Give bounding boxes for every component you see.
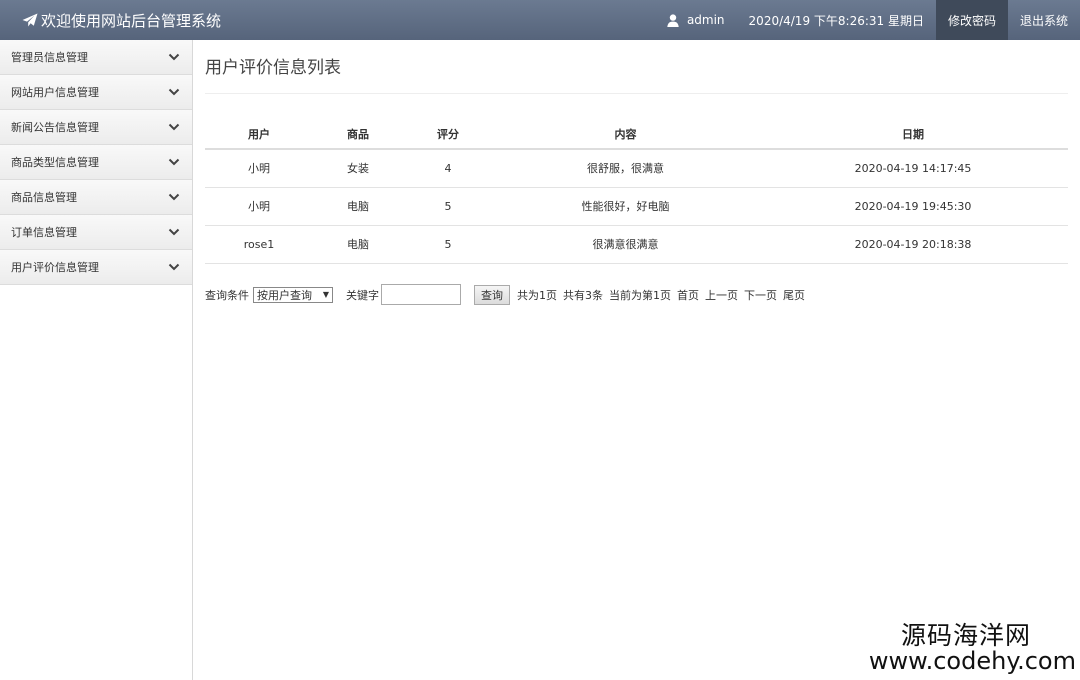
sidebar-item-user-review-management[interactable]: 用户评价信息管理	[0, 250, 192, 285]
chevron-down-icon	[168, 88, 180, 96]
query-button[interactable]: 查询	[474, 284, 510, 305]
cell-product: 电脑	[313, 225, 403, 264]
search-bar: 查询条件 按用户查询 ▼ 关键字 查询 共为1页 共有3条 当前为第1页 首页 …	[205, 284, 1068, 306]
sidebar-item-label: 用户评价信息管理	[11, 261, 99, 274]
cell-user: rose1	[205, 225, 313, 264]
last-page-link[interactable]: 尾页	[783, 287, 805, 303]
dropdown-arrow-icon: ▼	[322, 290, 329, 299]
paper-plane-icon	[22, 13, 38, 27]
current-datetime: 2020/4/19 下午8:26:31 星期日	[748, 13, 924, 28]
table-header-row: 用户 商品 评分 内容 日期	[205, 120, 1068, 150]
sidebar-item-label: 新闻公告信息管理	[11, 121, 99, 134]
column-header-product: 商品	[313, 120, 403, 150]
cell-content: 很满意很满意	[493, 225, 758, 264]
column-header-score: 评分	[403, 120, 493, 150]
change-password-button[interactable]: 修改密码	[935, 0, 1008, 40]
review-table: 用户 商品 评分 内容 日期 小明 女装 4 很舒服，很满意 2020-04-1…	[205, 120, 1068, 264]
column-header-content: 内容	[493, 120, 758, 150]
page-title: 用户评价信息列表	[205, 56, 1068, 94]
condition-label: 查询条件	[205, 288, 249, 302]
column-header-user: 用户	[205, 120, 313, 150]
keyword-input[interactable]	[381, 284, 461, 305]
cell-date: 2020-04-19 14:17:45	[758, 149, 1068, 188]
condition-select-value: 按用户查询	[257, 288, 312, 302]
chevron-down-icon	[168, 263, 180, 271]
sidebar-item-label: 网站用户信息管理	[11, 86, 99, 99]
watermark: 源码海洋网 www.codehy.com	[868, 620, 1076, 675]
watermark-site-name: 源码海洋网	[900, 620, 1031, 650]
column-header-date: 日期	[758, 120, 1068, 150]
current-page-text: 当前为第1页	[609, 288, 671, 302]
cell-date: 2020-04-19 20:18:38	[758, 225, 1068, 264]
cell-product: 电脑	[313, 187, 403, 226]
main-content: 用户评价信息列表 用户 商品 评分 内容 日期 小明 女装 4 很舒服，很满意 …	[205, 40, 1068, 306]
sidebar-item-label: 商品信息管理	[11, 191, 77, 204]
sidebar-item-label: 管理员信息管理	[11, 51, 88, 64]
sidebar-item-admin-management[interactable]: 管理员信息管理	[0, 40, 192, 75]
cell-score: 4	[403, 149, 493, 188]
total-records-text: 共有3条	[563, 288, 603, 302]
logout-button[interactable]: 退出系统	[1008, 0, 1080, 40]
cell-score: 5	[403, 225, 493, 264]
sidebar-item-label: 订单信息管理	[11, 226, 77, 239]
user-icon	[667, 13, 679, 27]
cell-date: 2020-04-19 19:45:30	[758, 187, 1068, 226]
username: admin	[686, 13, 725, 27]
chevron-down-icon	[168, 158, 180, 166]
current-user: admin	[667, 0, 749, 40]
chevron-down-icon	[168, 228, 180, 236]
sidebar-item-site-user-management[interactable]: 网站用户信息管理	[0, 75, 192, 110]
cell-product: 女装	[313, 149, 403, 188]
next-page-link[interactable]: 下一页	[744, 287, 777, 303]
cell-score: 5	[403, 187, 493, 226]
table-row: 小明 女装 4 很舒服，很满意 2020-04-19 14:17:45	[205, 149, 1068, 188]
sidebar: 管理员信息管理 网站用户信息管理 新闻公告信息管理 商品类型信息管理 商品信息管…	[0, 40, 193, 680]
first-page-link[interactable]: 首页	[677, 287, 699, 303]
prev-page-link[interactable]: 上一页	[705, 287, 738, 303]
sidebar-item-order-management[interactable]: 订单信息管理	[0, 215, 192, 250]
watermark-site-url: www.codehy.com	[868, 646, 1076, 675]
table-row: rose1 电脑 5 很满意很满意 2020-04-19 20:18:38	[205, 225, 1068, 264]
top-header-bar: 欢迎使用网站后台管理系统 admin 2020/4/19 下午8:26:31 星…	[0, 0, 1080, 40]
condition-select[interactable]: 按用户查询 ▼	[253, 286, 333, 303]
sidebar-item-label: 商品类型信息管理	[11, 156, 99, 169]
table-row: 小明 电脑 5 性能很好，好电脑 2020-04-19 19:45:30	[205, 187, 1068, 226]
cell-user: 小明	[205, 149, 313, 188]
chevron-down-icon	[168, 123, 180, 131]
keyword-label: 关键字	[346, 288, 379, 302]
sidebar-item-news-management[interactable]: 新闻公告信息管理	[0, 110, 192, 145]
chevron-down-icon	[168, 53, 180, 61]
cell-content: 性能很好，好电脑	[493, 187, 758, 226]
cell-user: 小明	[205, 187, 313, 226]
sidebar-item-product-management[interactable]: 商品信息管理	[0, 180, 192, 215]
brand: 欢迎使用网站后台管理系统	[22, 0, 221, 40]
sidebar-item-product-type-management[interactable]: 商品类型信息管理	[0, 145, 192, 180]
header-actions: admin 2020/4/19 下午8:26:31 星期日 修改密码 退出系统	[667, 0, 1080, 40]
total-pages-text: 共为1页	[517, 288, 557, 302]
app-title: 欢迎使用网站后台管理系统	[41, 11, 222, 30]
chevron-down-icon	[168, 193, 180, 201]
cell-content: 很舒服，很满意	[493, 149, 758, 188]
